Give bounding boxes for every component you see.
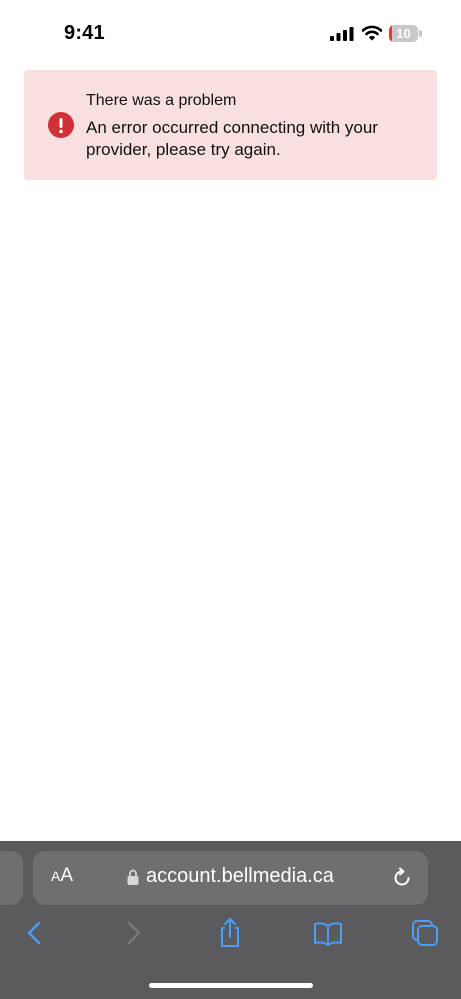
exclamation-circle-icon — [48, 112, 74, 138]
battery-level: 10 — [396, 26, 411, 41]
error-title: There was a problem — [86, 92, 237, 109]
reader-small-letter: A — [51, 868, 61, 884]
home-indicator — [149, 983, 313, 988]
address-bar[interactable]: AA account.bellmedia.ca — [33, 851, 428, 905]
status-bar: 9:41 10 — [0, 0, 461, 64]
reader-large-letter: A — [60, 865, 74, 886]
share-icon[interactable] — [215, 917, 245, 949]
battery-cap — [419, 30, 422, 37]
tabs-icon[interactable] — [410, 917, 440, 949]
error-message: An error occurred connecting with your p… — [86, 118, 378, 159]
forward-icon[interactable] — [118, 917, 148, 949]
url-text[interactable]: account.bellmedia.ca — [146, 865, 334, 888]
battery-icon: 10 — [389, 25, 423, 42]
error-banner: There was a problem An error occurred co… — [24, 70, 437, 180]
back-icon[interactable] — [20, 917, 50, 949]
reload-icon[interactable] — [391, 867, 413, 889]
reader-mode-button[interactable]: AA — [51, 865, 73, 891]
browser-chrome: AA account.bellmedia.ca — [0, 841, 461, 999]
bookmarks-icon[interactable] — [312, 917, 342, 949]
status-time: 9:41 — [64, 22, 105, 44]
previous-tab-preview[interactable] — [0, 851, 23, 905]
signal-icon — [330, 27, 354, 41]
lock-icon — [127, 868, 139, 886]
wifi-icon — [361, 25, 383, 41]
